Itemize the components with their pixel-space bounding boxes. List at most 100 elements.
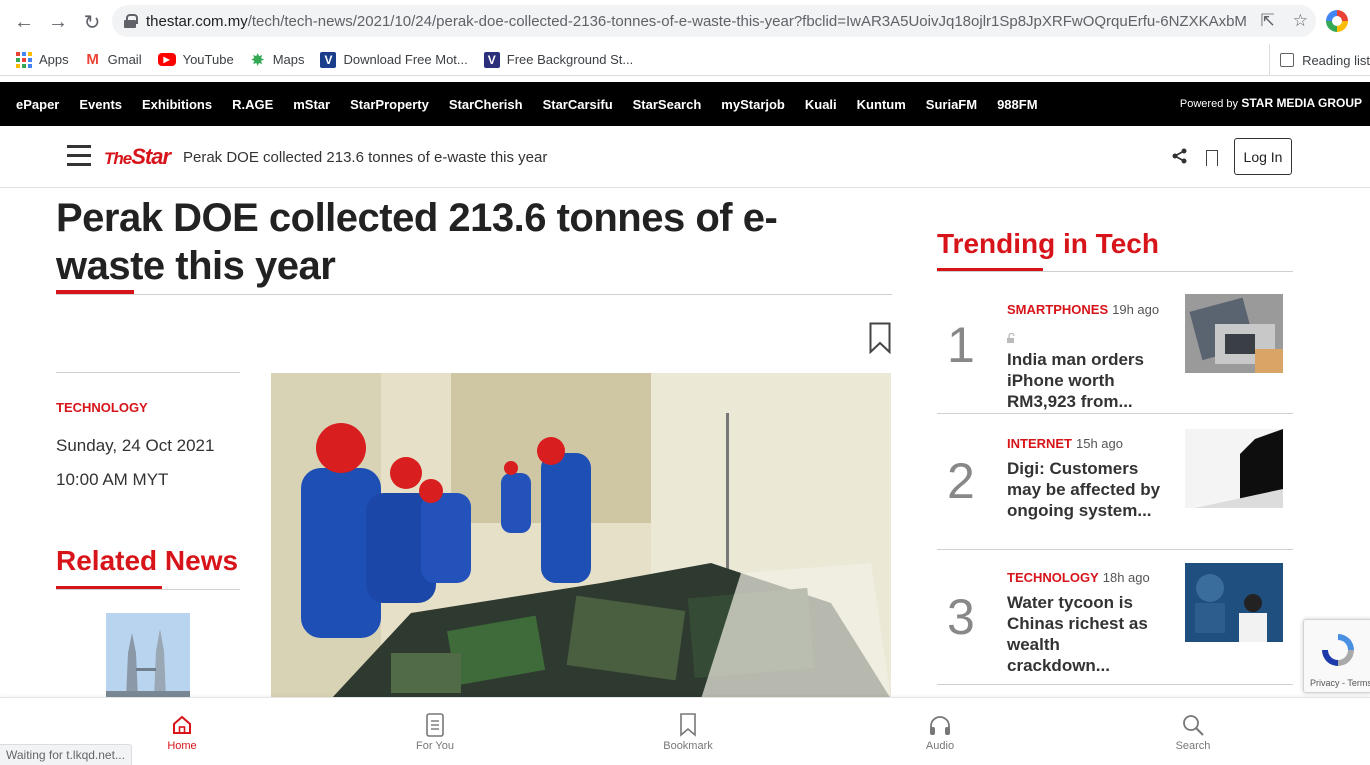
apps-icon <box>16 51 32 68</box>
publish-date: Sunday, 24 Oct 2021 <box>56 436 215 455</box>
trending-thumbnail[interactable] <box>1185 563 1283 642</box>
bottom-navigation: Home For You Bookmark Audio Search <box>0 697 1370 765</box>
related-news-title: Related News <box>56 545 239 576</box>
nav-label: Bookmark <box>663 740 713 752</box>
nav-bookmark[interactable]: Bookmark <box>648 710 728 752</box>
bookmark-download-free[interactable]: V Download Free Mot... <box>320 51 468 68</box>
bookmark-gmail[interactable]: M Gmail <box>85 51 142 68</box>
menu-icon[interactable] <box>67 145 91 167</box>
network-link[interactable]: Kuntum <box>857 97 906 112</box>
trending-item[interactable]: 3 TECHNOLOGY 18h ago Water tycoon is Chin… <box>937 550 1293 686</box>
publish-time: 10:00 AM MYT <box>56 470 169 489</box>
network-link[interactable]: Events <box>79 97 122 112</box>
network-link[interactable]: StarProperty <box>350 97 429 112</box>
bookmark-free-background[interactable]: V Free Background St... <box>483 51 633 68</box>
unlock-icon <box>1007 330 1017 343</box>
header-article-title: Perak DOE collected 213.6 tonnes of e-wa… <box>183 149 548 166</box>
v-icon: V <box>483 51 500 68</box>
network-link[interactable]: StarCherish <box>449 97 523 112</box>
extension-icon[interactable] <box>1326 10 1348 32</box>
article-headline: Perak DOE collected 213.6 tonnes of e-wa… <box>56 196 778 288</box>
nav-for-you[interactable]: For You <box>395 710 475 752</box>
headphones-icon <box>900 710 980 740</box>
address-bar[interactable]: thestar.com.my/tech/tech-news/2021/10/24… <box>112 5 1316 37</box>
trending-time: 18h ago <box>1102 570 1150 585</box>
article-bookmark-icon[interactable] <box>869 322 891 355</box>
thestar-logo[interactable]: TheStar <box>104 144 171 170</box>
trending-category[interactable]: TECHNOLOGY 18h ago <box>1007 570 1150 585</box>
related-news-thumbnail[interactable] <box>106 613 190 699</box>
network-link[interactable]: myStarjob <box>721 97 785 112</box>
login-button[interactable]: Log In <box>1234 138 1292 175</box>
browser-toolbar: ← → ↻ thestar.com.my/tech/tech-news/2021… <box>0 0 1370 44</box>
trending-headline[interactable]: Water tycoon is Chinas richest as wealth… <box>1007 592 1167 676</box>
home-icon <box>142 710 222 740</box>
network-link[interactable]: StarSearch <box>633 97 702 112</box>
trending-headline[interactable]: Digi: Customers may be affected by ongoi… <box>1007 458 1167 521</box>
reading-list[interactable]: Reading list <box>1269 44 1370 76</box>
nav-label: For You <box>416 740 454 752</box>
network-link[interactable]: Kuali <box>805 97 837 112</box>
divider <box>56 372 240 373</box>
nav-label: Search <box>1175 740 1211 752</box>
star-network-bar: ePaper Events Exhibitions R.AGE mStar St… <box>0 82 1370 126</box>
nav-label: Home <box>167 740 197 752</box>
trending-time: 15h ago <box>1076 436 1123 451</box>
bookmark-label: Download Free Mot... <box>343 52 468 67</box>
reading-list-icon <box>1280 53 1295 67</box>
hero-image[interactable] <box>271 373 891 699</box>
trending-time: 19h ago <box>1112 302 1160 317</box>
recaptcha-terms[interactable]: Privacy - Terms <box>1310 678 1370 688</box>
bookmark-label: Gmail <box>107 52 142 67</box>
bookmark-label: Apps <box>39 52 69 67</box>
bookmarks-bar: Apps M Gmail ▶ YouTube ✸ Maps V Download… <box>0 44 1370 76</box>
recaptcha-badge[interactable]: Privacy - Terms <box>1303 619 1370 693</box>
trending-rank: 1 <box>947 317 975 373</box>
network-link[interactable]: mStar <box>293 97 330 112</box>
url-text[interactable]: thestar.com.my/tech/tech-news/2021/10/24… <box>146 13 1246 30</box>
network-link[interactable]: SuriaFM <box>926 97 977 112</box>
share-icon[interactable] <box>1172 148 1188 169</box>
trending-item[interactable]: 1 SMARTPHONES 19h ago India man orders iP… <box>937 272 1293 414</box>
nav-audio[interactable]: Audio <box>900 710 980 752</box>
divider <box>56 589 240 590</box>
bookmark-maps[interactable]: ✸ Maps <box>250 51 305 69</box>
network-link[interactable]: Exhibitions <box>142 97 212 112</box>
trending-rank: 2 <box>947 453 975 509</box>
forward-icon[interactable]: → <box>44 8 72 36</box>
youtube-icon: ▶ <box>157 53 176 66</box>
network-link[interactable]: ePaper <box>16 97 59 112</box>
bookmark-icon[interactable] <box>1206 150 1218 172</box>
network-link[interactable]: 988FM <box>997 97 1037 112</box>
trending-thumbnail[interactable] <box>1185 294 1283 373</box>
for-you-icon <box>395 710 475 740</box>
trending-item[interactable]: 2 INTERNET 15h ago Digi: Customers may be… <box>937 414 1293 550</box>
trending-title: Trending in Tech <box>937 228 1159 259</box>
trending-headline[interactable]: India man orders iPhone worth RM3,923 fr… <box>1007 349 1167 412</box>
v-icon: V <box>320 51 337 68</box>
bookmark-label: Maps <box>272 52 305 67</box>
nav-search[interactable]: Search <box>1153 710 1233 752</box>
site-header: TheStar Perak DOE collected 213.6 tonnes… <box>0 126 1370 188</box>
powered-by-label: Powered by <box>1179 98 1238 110</box>
gmail-icon: M <box>86 51 99 68</box>
recaptcha-icon <box>1322 634 1354 666</box>
powered-by[interactable]: Powered by STAR MEDIA GROUP <box>1180 96 1362 110</box>
reload-icon[interactable]: ↻ <box>78 8 106 36</box>
network-link[interactable]: StarCarsifu <box>543 97 613 112</box>
star-icon[interactable]: ☆ <box>1293 11 1308 31</box>
lock-icon[interactable] <box>124 14 138 28</box>
nav-home[interactable]: Home <box>142 710 222 752</box>
nav-label: Audio <box>925 740 955 752</box>
trending-category[interactable]: SMARTPHONES 19h ago <box>1007 302 1159 317</box>
back-icon[interactable]: ← <box>10 8 38 36</box>
bookmark-youtube[interactable]: ▶ YouTube <box>157 52 234 67</box>
network-link[interactable]: R.AGE <box>232 97 273 112</box>
section-label[interactable]: TECHNOLOGY <box>56 400 148 415</box>
trending-category[interactable]: INTERNET 15h ago <box>1007 436 1123 451</box>
trending-thumbnail[interactable] <box>1185 429 1283 508</box>
browser-status-text: Waiting for t.lkqd.net... <box>0 744 132 765</box>
bookmark-apps[interactable]: Apps <box>16 51 69 68</box>
maps-icon: ✸ <box>251 51 264 69</box>
install-icon[interactable]: ⇱ <box>1261 11 1275 31</box>
